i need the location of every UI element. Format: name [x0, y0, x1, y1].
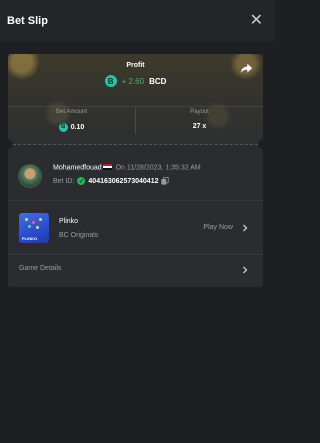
profit-currency: BCD	[149, 76, 167, 86]
payout-stat: Payout 27 x	[135, 107, 263, 134]
username[interactable]: Mohamedfouad	[53, 164, 102, 171]
profit-label: Profit	[126, 62, 145, 69]
game-provider: BC Originals	[59, 232, 99, 239]
bet-amount-label: Bet Amount	[55, 109, 88, 115]
verified-icon: ✓	[77, 177, 86, 185]
close-icon[interactable]: ✕	[250, 13, 263, 29]
chevron-right-icon[interactable]	[241, 224, 249, 232]
chevron-right-icon[interactable]	[241, 266, 249, 274]
game-details-row[interactable]: Game Details	[8, 259, 263, 285]
flag-icon	[102, 164, 112, 170]
bcd-coin-icon: B	[104, 75, 117, 87]
bet-id-label: Bet ID:	[53, 177, 75, 185]
play-now-button[interactable]: Play Now	[203, 224, 233, 231]
game-row[interactable]: PLINKO Plinko BC Originals Play Now	[8, 202, 263, 252]
profit-row: B + 2.60 BCD	[8, 75, 263, 87]
game-thumbnail: PLINKO	[19, 213, 49, 243]
game-details-label: Game Details	[19, 265, 62, 272]
ticket-divider	[8, 144, 263, 145]
ticket-notch-left	[8, 139, 13, 149]
bet-amount-value: 0.10	[70, 123, 85, 131]
payout-label: Payout	[190, 109, 209, 115]
game-name: Plinko	[59, 218, 79, 225]
bet-stats: Bet Amount B 0.10 Payout 27 x	[8, 106, 263, 134]
date-prefix: On	[115, 164, 125, 172]
page-title: Bet Slip	[7, 15, 48, 27]
separator	[8, 254, 263, 255]
separator	[8, 200, 263, 201]
bet-owner: Mohamedfouad On 11/28/2023, 1:35:32 AM B…	[18, 162, 253, 192]
share-icon[interactable]	[240, 62, 253, 75]
thumbnail-label: PLINKO	[22, 236, 38, 241]
ticket-notch-right	[258, 139, 263, 149]
payout-value: 27 x	[192, 123, 207, 130]
bet-id: 404163062573040412	[88, 177, 159, 185]
copy-icon[interactable]	[161, 177, 170, 185]
bet-amount-stat: Bet Amount B 0.10	[8, 107, 135, 134]
bet-slip-card: Profit B + 2.60 BCD Bet Amount B 0.10 Pa…	[8, 54, 263, 287]
profit-value: + 2.60	[121, 76, 145, 86]
bcd-coin-icon: B	[58, 122, 68, 132]
bet-slip-header: Bet Slip ✕	[0, 0, 275, 42]
avatar[interactable]	[18, 164, 42, 188]
bet-date: 11/28/2023, 1:35:32 AM	[126, 164, 201, 172]
